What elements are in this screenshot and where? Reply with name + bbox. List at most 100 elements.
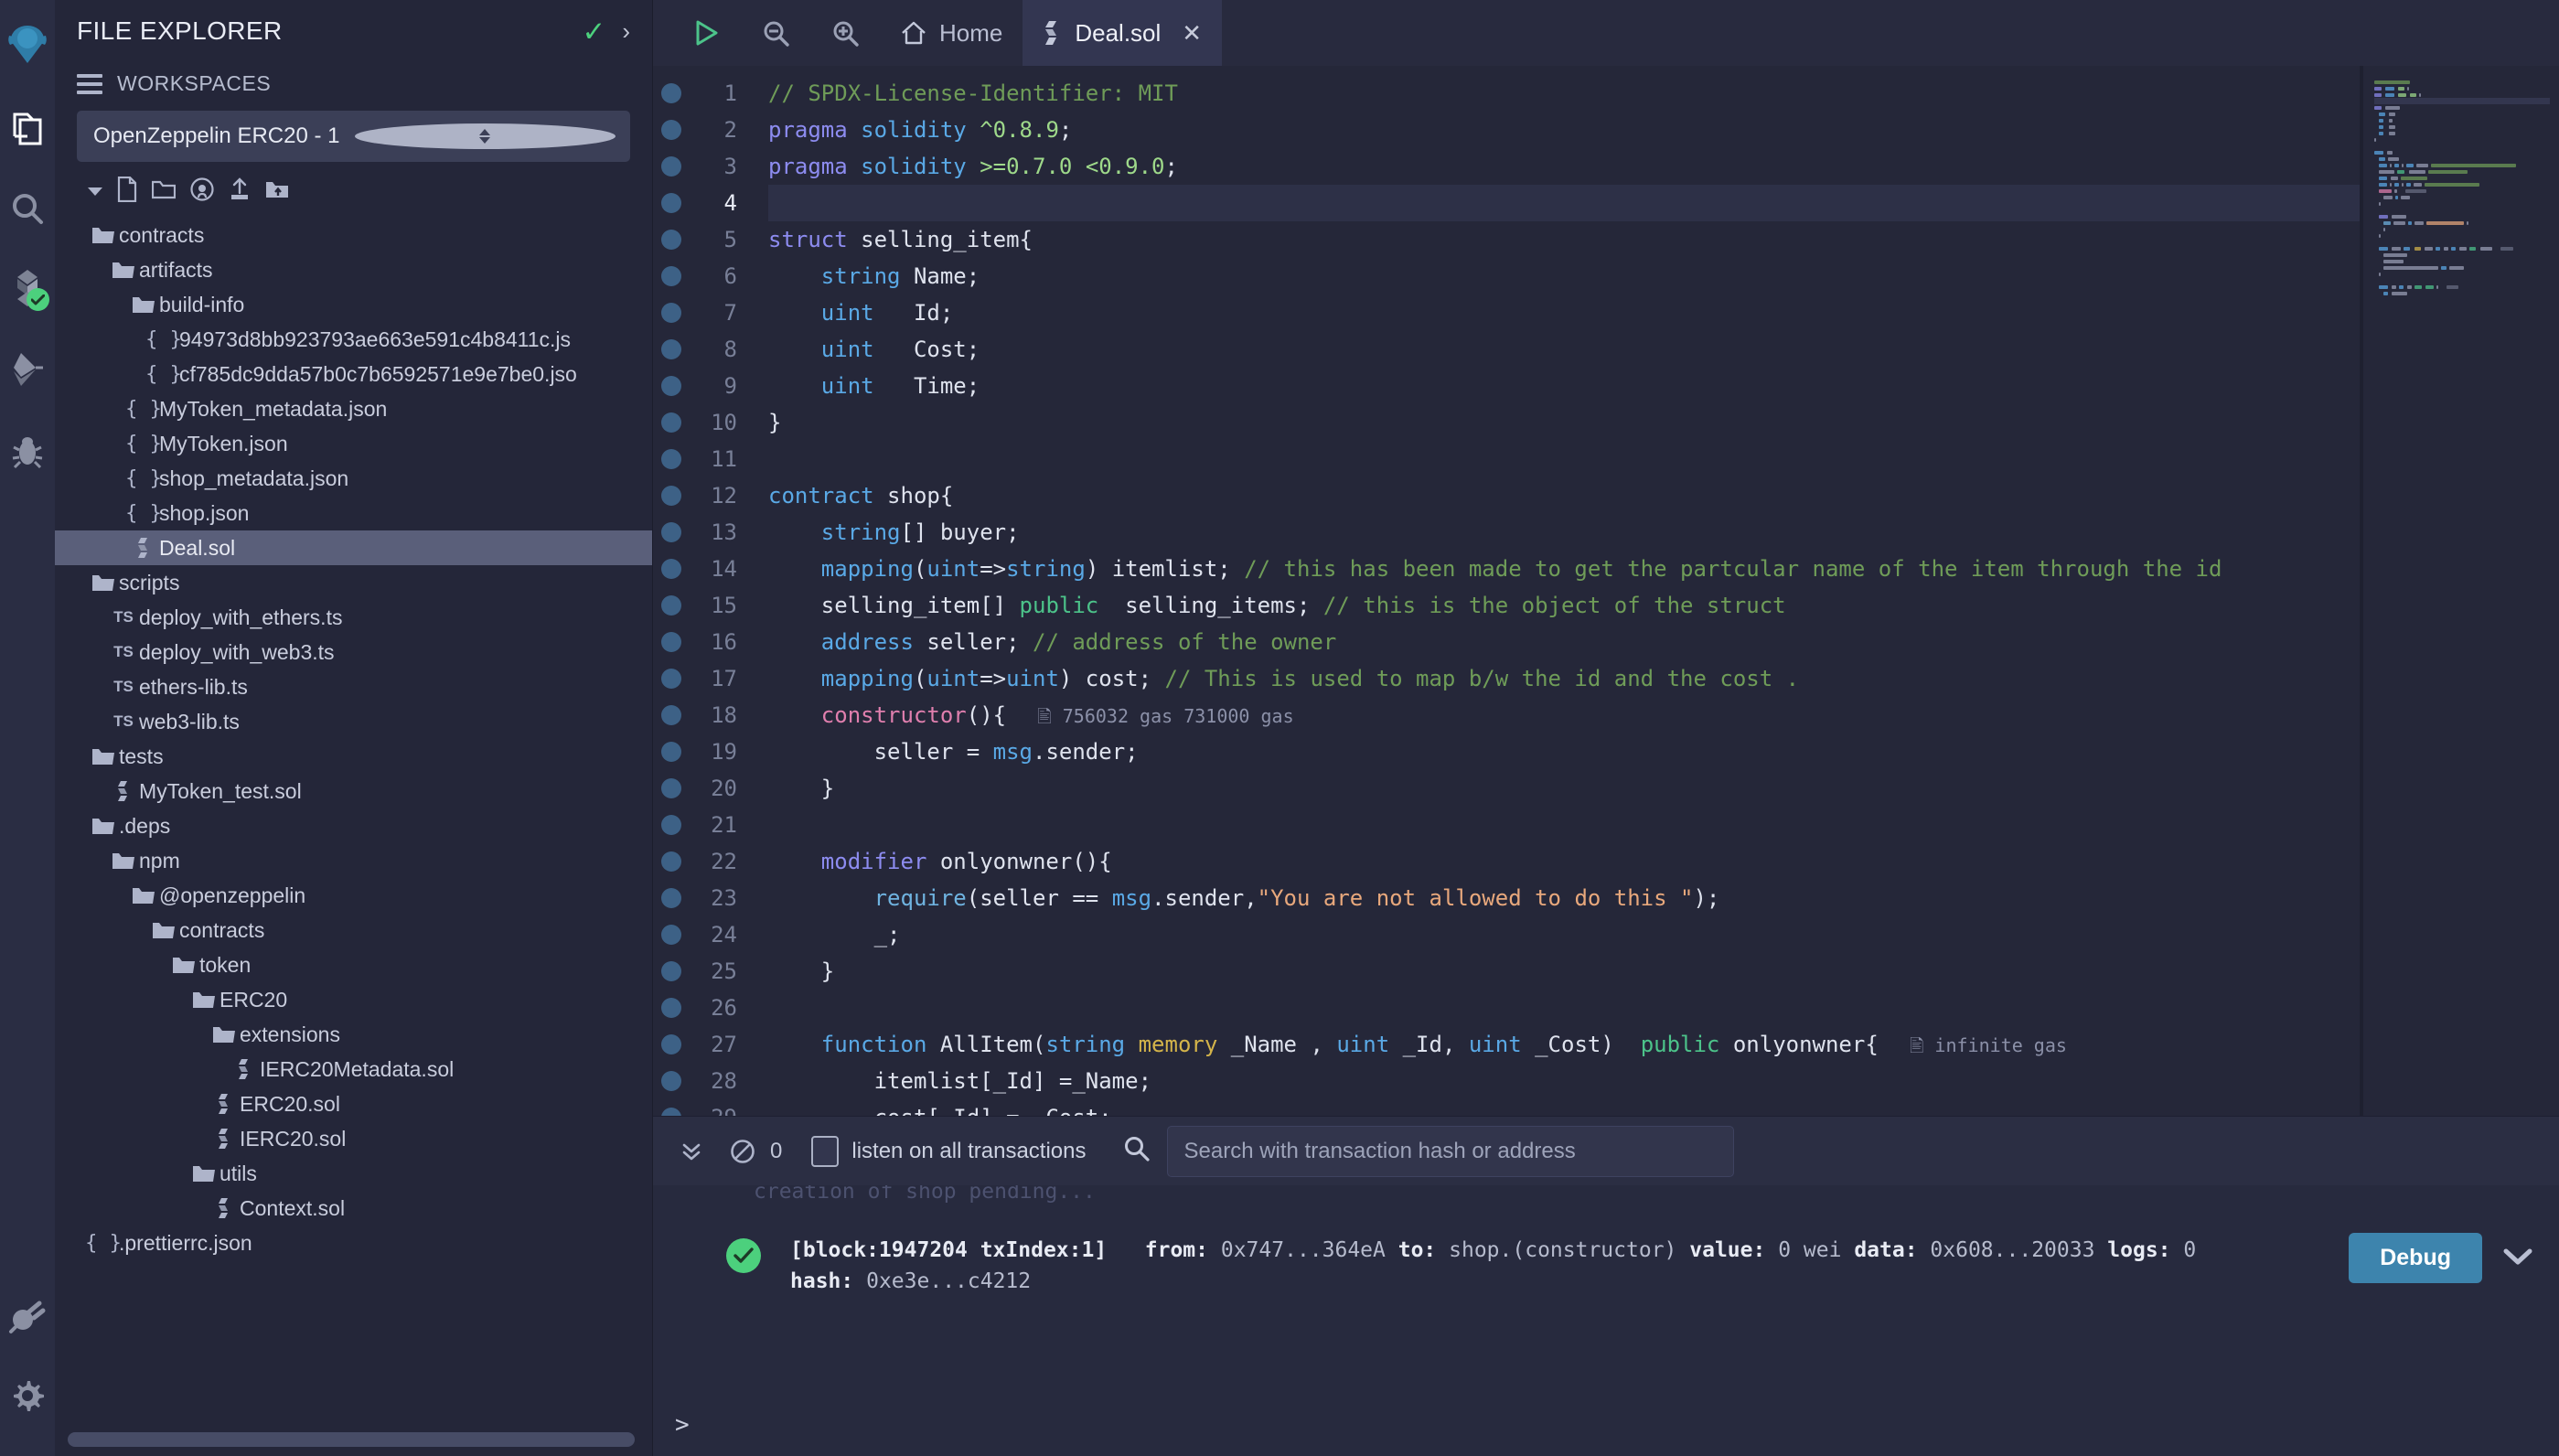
code-line[interactable]: uint Id; bbox=[768, 294, 2559, 331]
file-tree-item[interactable]: build-info bbox=[55, 287, 652, 322]
close-icon[interactable]: ✕ bbox=[1182, 19, 1202, 48]
terminal-prompt[interactable]: > bbox=[653, 1394, 2559, 1456]
file-tree-item[interactable]: token bbox=[55, 947, 652, 982]
upload-folder-icon[interactable] bbox=[265, 178, 289, 205]
file-tree-item[interactable]: tests bbox=[55, 739, 652, 774]
breakpoint-marker[interactable] bbox=[653, 112, 690, 148]
breakpoint-marker[interactable] bbox=[653, 1063, 690, 1099]
code-line[interactable]: seller = msg.sender; bbox=[768, 733, 2559, 770]
breakpoint-marker[interactable] bbox=[653, 843, 690, 880]
breakpoint-marker[interactable] bbox=[653, 514, 690, 551]
breakpoint-marker[interactable] bbox=[653, 990, 690, 1026]
file-tree-item[interactable]: contracts bbox=[55, 913, 652, 947]
new-file-icon[interactable] bbox=[117, 176, 137, 207]
breakpoint-marker[interactable] bbox=[653, 807, 690, 843]
file-tree-item[interactable]: utils bbox=[55, 1156, 652, 1191]
breakpoint-marker[interactable] bbox=[653, 441, 690, 477]
search-icon[interactable] bbox=[1123, 1135, 1151, 1167]
tab-deal-sol[interactable]: Deal.sol ✕ bbox=[1023, 0, 1223, 66]
zoom-in-icon[interactable] bbox=[810, 0, 880, 66]
code-line[interactable]: pragma solidity >=0.7.0 <0.9.0; bbox=[768, 148, 2559, 185]
breakpoint-marker[interactable] bbox=[653, 697, 690, 733]
breakpoint-marker[interactable] bbox=[653, 551, 690, 587]
code-line[interactable]: // SPDX-License-Identifier: MIT bbox=[768, 75, 2559, 112]
chevron-down-icon[interactable] bbox=[2502, 1243, 2533, 1274]
file-tree-item[interactable]: IERC20.sol bbox=[55, 1121, 652, 1156]
file-tree-item[interactable]: TS deploy_with_web3.ts bbox=[55, 635, 652, 669]
breakpoint-marker[interactable] bbox=[653, 916, 690, 953]
code-line[interactable]: itemlist[_Id] =_Name; bbox=[768, 1063, 2559, 1099]
file-tree-item[interactable]: { } MyToken.json bbox=[55, 426, 652, 461]
file-tree-item[interactable]: { } shop.json bbox=[55, 496, 652, 530]
code-line[interactable]: require(seller == msg.sender,"You are no… bbox=[768, 880, 2559, 916]
run-script-icon[interactable] bbox=[671, 0, 741, 66]
code-line[interactable]: modifier onlyonwner(){ bbox=[768, 843, 2559, 880]
transaction-log-row[interactable]: [block:1947204 txIndex:1] from: 0x747...… bbox=[653, 1194, 2559, 1297]
code-line[interactable]: mapping(uint=>string) itemlist; // this … bbox=[768, 551, 2559, 587]
file-tree-item[interactable]: .deps bbox=[55, 808, 652, 843]
code-line[interactable]: address seller; // address of the owner bbox=[768, 624, 2559, 660]
breakpoint-marker[interactable] bbox=[653, 148, 690, 185]
file-explorer-icon[interactable] bbox=[0, 88, 55, 168]
file-tree-item[interactable]: TS deploy_with_ethers.ts bbox=[55, 600, 652, 635]
file-tree-item[interactable]: Context.sol bbox=[55, 1191, 652, 1226]
file-tree-item[interactable]: TS ethers-lib.ts bbox=[55, 669, 652, 704]
code-line[interactable]: uint Cost; bbox=[768, 331, 2559, 368]
code-line[interactable]: function AllItem(string memory _Name , u… bbox=[768, 1026, 2559, 1063]
breakpoint-marker[interactable] bbox=[653, 624, 690, 660]
breakpoint-marker[interactable] bbox=[653, 331, 690, 368]
file-tree-item[interactable]: extensions bbox=[55, 1017, 652, 1052]
breakpoint-marker[interactable] bbox=[653, 880, 690, 916]
github-icon[interactable] bbox=[190, 177, 214, 206]
code-line[interactable]: pragma solidity ^0.8.9; bbox=[768, 112, 2559, 148]
code-line[interactable]: constructor(){ 🖹 756032 gas 731000 gas bbox=[768, 697, 2559, 733]
clear-console-icon[interactable] bbox=[717, 1117, 768, 1186]
code-line[interactable]: uint Time; bbox=[768, 368, 2559, 404]
code-line[interactable] bbox=[768, 185, 2559, 221]
code-line[interactable]: } bbox=[768, 953, 2559, 990]
code-line[interactable] bbox=[768, 807, 2559, 843]
breakpoint-marker[interactable] bbox=[653, 404, 690, 441]
zoom-out-icon[interactable] bbox=[741, 0, 810, 66]
breakpoint-marker[interactable] bbox=[653, 733, 690, 770]
code-line[interactable]: string[] buyer; bbox=[768, 514, 2559, 551]
code-line[interactable] bbox=[768, 441, 2559, 477]
search-icon[interactable] bbox=[0, 168, 55, 249]
debugger-icon[interactable] bbox=[0, 410, 55, 490]
editor-minimap[interactable] bbox=[2360, 66, 2559, 1116]
file-tree-item[interactable]: IERC20Metadata.sol bbox=[55, 1052, 652, 1087]
code-line[interactable]: selling_item[] public selling_items; // … bbox=[768, 587, 2559, 624]
minimap-scroll-indicator[interactable] bbox=[2360, 66, 2363, 1116]
caret-down-icon[interactable] bbox=[88, 187, 102, 196]
new-folder-icon[interactable] bbox=[151, 178, 177, 205]
code-content[interactable]: // SPDX-License-Identifier: MIT pragma so… bbox=[737, 66, 2559, 1116]
file-tree-item[interactable]: { } cf785dc9dda57b0c7b6592571e9e7be0.jso bbox=[55, 357, 652, 391]
file-tree-item[interactable]: { } shop_metadata.json bbox=[55, 461, 652, 496]
file-tree-item[interactable]: TS web3-lib.ts bbox=[55, 704, 652, 739]
hamburger-menu-icon[interactable] bbox=[77, 73, 102, 94]
publish-upload-icon[interactable] bbox=[229, 177, 251, 206]
breakpoint-marker[interactable] bbox=[653, 185, 690, 221]
breakpoint-gutter[interactable] bbox=[653, 66, 690, 1116]
breakpoint-marker[interactable] bbox=[653, 75, 690, 112]
explorer-horizontal-scrollbar[interactable] bbox=[68, 1432, 635, 1447]
file-tree-item[interactable]: @openzeppelin bbox=[55, 878, 652, 913]
transaction-search-input[interactable] bbox=[1166, 1125, 1734, 1177]
breakpoint-marker[interactable] bbox=[653, 660, 690, 697]
file-tree-item-selected[interactable]: Deal.sol bbox=[55, 530, 652, 565]
workspace-select[interactable]: OpenZeppelin ERC20 - 1 bbox=[77, 111, 630, 162]
code-line[interactable]: string Name; bbox=[768, 258, 2559, 294]
spinner-arrows-icon[interactable] bbox=[354, 123, 616, 149]
file-tree-item[interactable]: { } 94973d8bb923793ae663e591c4b8411c.js bbox=[55, 322, 652, 357]
file-tree-item[interactable]: artifacts bbox=[55, 252, 652, 287]
breakpoint-marker[interactable] bbox=[653, 294, 690, 331]
checkmark-icon[interactable]: ✓ bbox=[582, 17, 605, 46]
code-line[interactable]: struct selling_item{ bbox=[768, 221, 2559, 258]
breakpoint-marker[interactable] bbox=[653, 477, 690, 514]
file-tree-item[interactable]: MyToken_test.sol bbox=[55, 774, 652, 808]
file-tree-item[interactable]: ERC20 bbox=[55, 982, 652, 1017]
code-line[interactable] bbox=[768, 990, 2559, 1026]
breakpoint-marker[interactable] bbox=[653, 258, 690, 294]
file-tree-item[interactable]: { } .prettierrc.json bbox=[55, 1226, 652, 1260]
breakpoint-marker[interactable] bbox=[653, 1026, 690, 1063]
